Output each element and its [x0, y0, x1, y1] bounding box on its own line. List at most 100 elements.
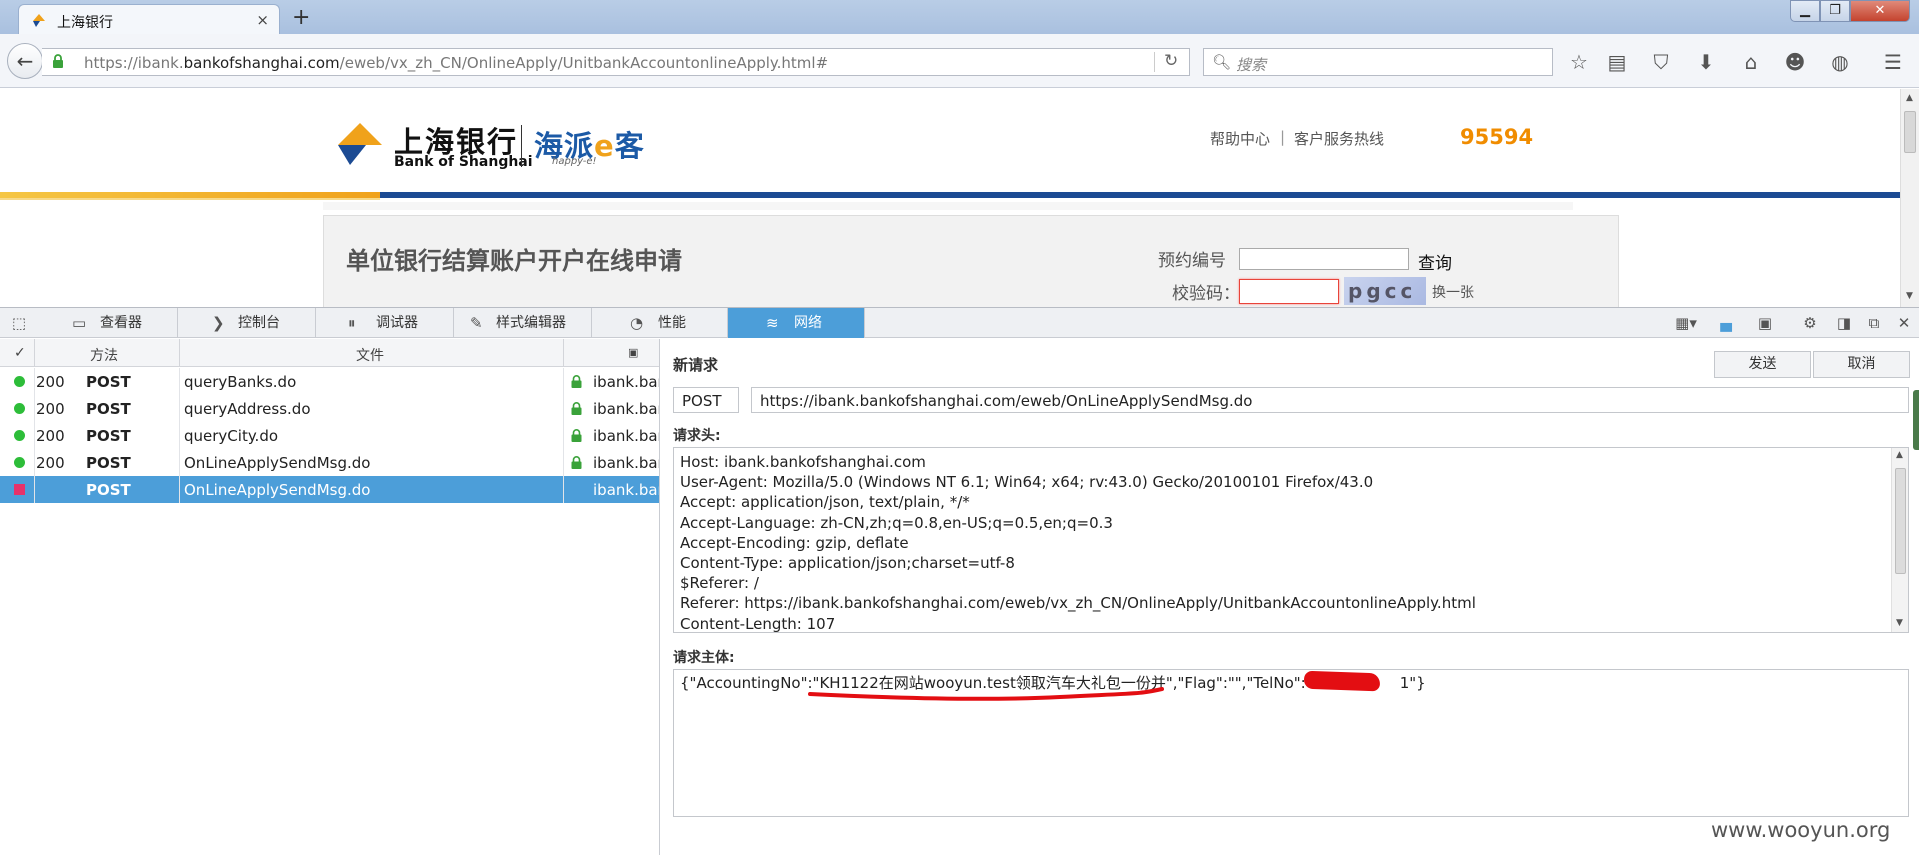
new-request-editor: 新请求 发送 取消 POST https://ibank.bankofshang… [661, 339, 1919, 855]
header-stripe-light [0, 198, 380, 200]
download-icon[interactable]: ⬇ [1693, 49, 1719, 75]
search-placeholder: 搜索 [1236, 56, 1267, 74]
scroll-thumb[interactable] [1895, 468, 1906, 574]
home-icon[interactable]: ⌂ [1738, 49, 1764, 75]
pocket-icon[interactable]: ⛉ [1648, 49, 1674, 75]
status-code: 200 [36, 373, 65, 391]
header-line: Content-Length: 107 [680, 614, 836, 633]
tab-bar: 上海银行 × + ▁ ❐ ✕ [0, 0, 1919, 34]
column-file[interactable]: 文件 [356, 345, 384, 365]
captcha-refresh-link[interactable]: 换一张 [1432, 282, 1474, 302]
url-input[interactable]: https://ibank.bankofshanghai.com/eweb/On… [751, 387, 1909, 413]
tab-console[interactable]: ❯ 控制台 [178, 308, 316, 338]
inspector-icon: ▭ [72, 314, 87, 332]
style-editor-icon: ✎ [470, 314, 483, 332]
captcha-input[interactable] [1239, 279, 1339, 304]
new-tab-button[interactable]: + [292, 5, 310, 30]
editor-title: 新请求 [673, 356, 719, 374]
page-scrollbar[interactable]: ▲ ▼ [1900, 89, 1919, 307]
logo-divider [521, 125, 522, 167]
header-separator: | [1280, 128, 1286, 146]
code-label: 校验码： [1172, 284, 1240, 304]
screenshot-icon[interactable]: ▣ [1755, 314, 1775, 332]
column-toggle-icon[interactable]: ▣ [628, 346, 638, 359]
tab-performance[interactable]: ◔ 性能 [592, 308, 728, 338]
lock-icon [571, 402, 582, 415]
status-dot-icon [14, 457, 25, 468]
reading-list-icon[interactable]: ▤ [1604, 49, 1630, 75]
content-shadow [323, 202, 1573, 210]
headers-textarea[interactable]: Host: ibank.bankofshanghai.com User-Agen… [673, 447, 1909, 633]
browser-tab[interactable]: 上海银行 × [18, 4, 280, 34]
request-file: queryCity.do [184, 427, 279, 445]
send-button[interactable]: 发送 [1714, 351, 1811, 378]
performance-icon: ◔ [630, 314, 644, 332]
reservation-input[interactable] [1239, 248, 1409, 270]
headers-label: 请求头: [673, 428, 721, 444]
request-file: queryBanks.do [184, 373, 297, 391]
lock-icon [571, 456, 582, 469]
undock-icon[interactable]: ⧉ [1864, 314, 1884, 332]
back-button[interactable]: ← [7, 43, 43, 79]
scroll-up-icon[interactable]: ▲ [1906, 93, 1913, 103]
menu-icon[interactable]: ☰ [1880, 49, 1906, 75]
help-center-link[interactable]: 帮助中心 [1210, 128, 1270, 149]
header-line: Accept-Language: zh-CN,zh;q=0.8,en-US;q=… [680, 513, 1113, 532]
url-separator [1154, 52, 1155, 72]
method-input[interactable]: POST [673, 387, 739, 413]
search-bar[interactable]: 🔍︎ 搜索 [1203, 48, 1553, 76]
settings-gear-icon[interactable]: ⚙ [1800, 314, 1820, 332]
request-file: OnLineApplySendMsg.do [184, 481, 371, 499]
body-label: 请求主体: [673, 650, 735, 666]
table-row[interactable]: POST OnLineApplySendMsg.do ibank.bar [0, 476, 659, 503]
minimize-button[interactable]: ▁ [1790, 0, 1820, 22]
tab-inspector[interactable]: ▭ 查看器 [40, 308, 178, 338]
split-console-icon[interactable]: ▦▾ [1672, 314, 1700, 332]
status-code: 200 [36, 400, 65, 418]
scroll-down-icon[interactable]: ▼ [1896, 618, 1903, 628]
column-method[interactable]: 方法 [90, 345, 118, 365]
reload-icon[interactable]: ↻ [1164, 51, 1178, 71]
window-close-button[interactable]: ✕ [1850, 0, 1910, 22]
request-file: queryAddress.do [184, 400, 311, 418]
query-button[interactable]: 查询 [1418, 249, 1452, 274]
column-check[interactable]: ✓ [14, 345, 26, 361]
table-row[interactable]: 200 POST queryAddress.do ibank.bar [0, 395, 659, 422]
logo-english-name: Bank of Shanghai [394, 154, 533, 170]
sync-icon[interactable]: ◍ [1827, 49, 1853, 75]
side-handle [1913, 390, 1919, 450]
cancel-button[interactable]: 取消 [1813, 351, 1910, 378]
request-domain: ibank.bar [593, 454, 660, 472]
scroll-down-icon[interactable]: ▼ [1906, 291, 1913, 301]
request-method: POST [86, 481, 131, 499]
request-method: POST [86, 400, 131, 418]
captcha-image[interactable]: pgcc [1344, 277, 1426, 305]
table-row[interactable]: 200 POST OnLineApplySendMsg.do ibank.bar [0, 449, 660, 476]
pick-element-icon[interactable]: ⬚ [9, 314, 29, 332]
red-underline-annotation [808, 687, 1164, 701]
table-row[interactable]: 200 POST queryCity.do ibank.bar [0, 422, 659, 449]
headers-scrollbar[interactable]: ▲ ▼ [1891, 448, 1908, 632]
dock-side-icon[interactable]: ◨ [1834, 314, 1854, 332]
table-row[interactable]: 200 POST queryBanks.do ibank.bar [0, 368, 659, 395]
devtools-close-icon[interactable]: ✕ [1894, 314, 1914, 332]
scroll-up-icon[interactable]: ▲ [1896, 450, 1903, 460]
request-list-header: ✓ 方法 文件 ▣ [0, 339, 659, 367]
search-icon: 🔍︎ [1212, 53, 1232, 71]
tab-style-editor[interactable]: ✎ 样式编辑器 [454, 308, 592, 338]
tab-debugger[interactable]: ⏸ 调试器 [316, 308, 454, 338]
hello-icon[interactable]: ☻ [1782, 49, 1808, 75]
url-bar[interactable]: https://ibank.bankofshanghai.com/eweb/vx… [42, 48, 1190, 76]
header-line: Accept-Encoding: gzip, deflate [680, 533, 909, 552]
haipai-subtitle: happy-e! [552, 156, 597, 167]
watermark: www.wooyun.org [1711, 818, 1891, 842]
dock-bottom-icon[interactable]: ▄ [1716, 314, 1736, 332]
request-list: ✓ 方法 文件 ▣ 200 POST queryBanks.do ibank.bar 2… [0, 339, 660, 855]
bookmark-star-icon[interactable]: ☆ [1566, 49, 1592, 75]
devtools-toolbar: ⬚ ▭ 查看器 ❯ 控制台 ⏸ 调试器 ✎ 样式编辑器 ◔ 性能 ≋ 网络 ▦▾… [0, 307, 1919, 338]
header-line: Referer: https://ibank.bankofshanghai.co… [680, 594, 1476, 613]
tab-network[interactable]: ≋ 网络 [728, 308, 865, 338]
maximize-button[interactable]: ❐ [1820, 0, 1850, 22]
tab-close-icon[interactable]: × [256, 11, 269, 29]
scroll-thumb[interactable] [1904, 111, 1916, 153]
